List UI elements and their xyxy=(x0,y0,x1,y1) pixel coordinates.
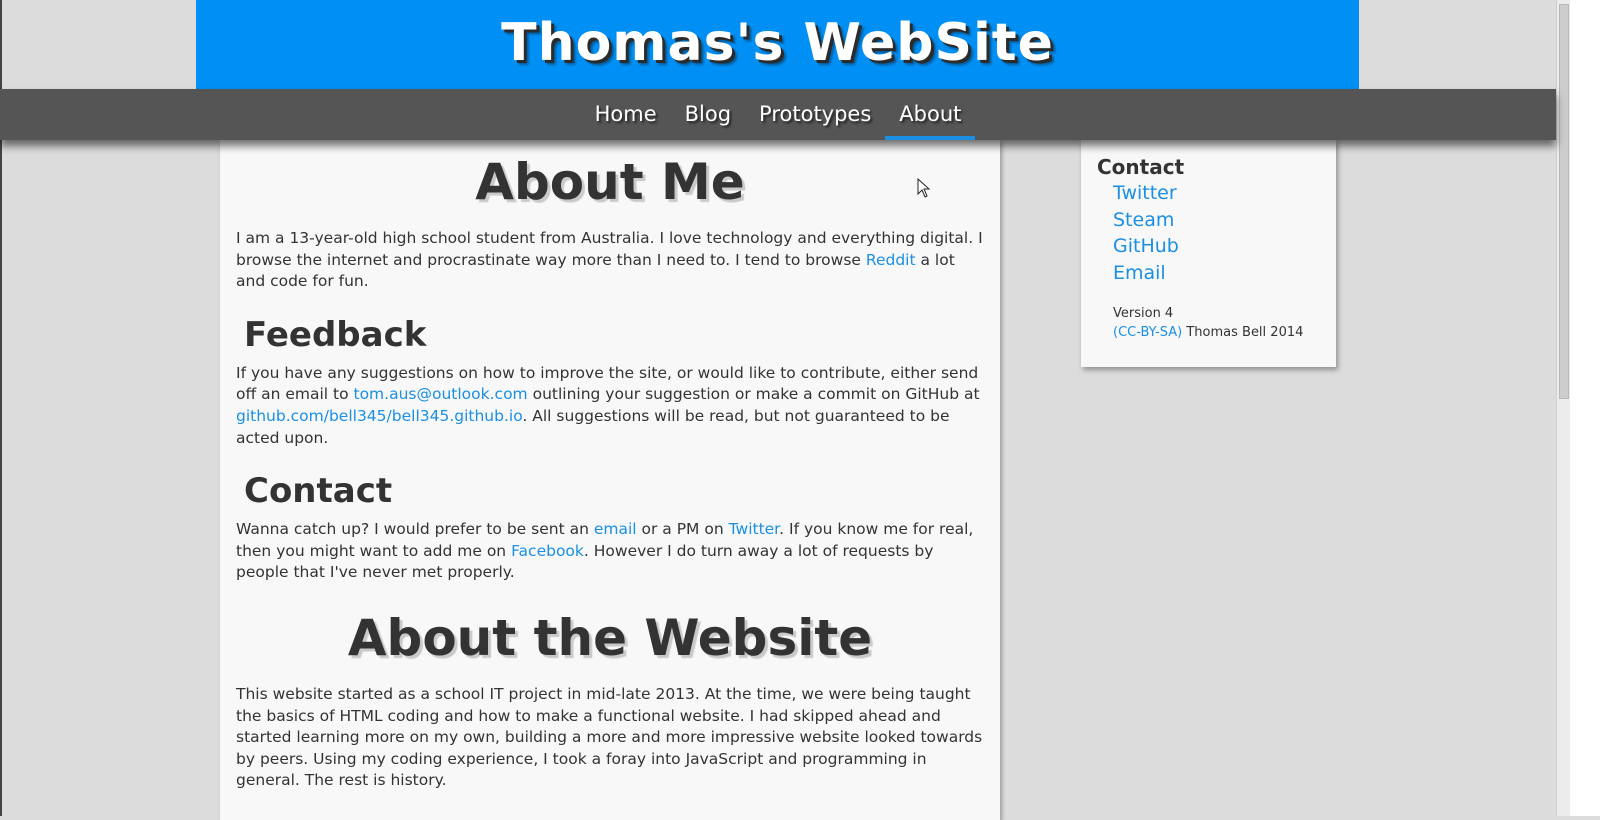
contact-email-link[interactable]: email xyxy=(594,520,637,538)
contact-paragraph: Wanna catch up? I would prefer to be sen… xyxy=(236,519,984,584)
nav-list: Home Blog Prototypes About xyxy=(581,89,976,140)
contact-text: Wanna catch up? I would prefer to be sen… xyxy=(236,520,594,539)
scrollbar-thumb[interactable] xyxy=(1559,4,1569,399)
mouse-pointer-icon xyxy=(917,178,931,198)
contact-heading: Contact xyxy=(244,471,393,512)
nav-item-home[interactable]: Home xyxy=(581,89,671,140)
sidebar-links: Twitter Steam GitHub Email xyxy=(1097,180,1320,286)
sidebar-link-steam[interactable]: Steam xyxy=(1113,209,1174,231)
reddit-link[interactable]: Reddit xyxy=(866,251,916,269)
facebook-link[interactable]: Facebook xyxy=(511,542,584,560)
window-margin xyxy=(1570,0,1600,816)
contact-text-2: or a PM on xyxy=(636,520,729,539)
feedback-email-link[interactable]: tom.aus@outlook.com xyxy=(354,385,528,403)
copyright-line: (CC-BY-SA) Thomas Bell 2014 xyxy=(1113,323,1320,342)
contact-sidebar: Contact Twitter Steam GitHub Email Versi… xyxy=(1081,140,1336,367)
sidebar-link-email[interactable]: Email xyxy=(1113,262,1166,284)
sidebar-item-github: GitHub xyxy=(1113,233,1320,260)
copyright-text: Thomas Bell 2014 xyxy=(1182,325,1304,340)
nav-item-blog[interactable]: Blog xyxy=(671,89,745,140)
site-header: Thomas's WebSite xyxy=(196,0,1359,89)
sidebar-item-email: Email xyxy=(1113,260,1320,287)
version-text: Version 4 xyxy=(1113,306,1174,321)
feedback-heading: Feedback xyxy=(244,314,427,355)
sidebar-item-steam: Steam xyxy=(1113,207,1320,234)
sidebar-link-twitter[interactable]: Twitter xyxy=(1113,182,1177,204)
about-website-heading: About the Website xyxy=(347,608,873,667)
nav-item-about[interactable]: About xyxy=(885,89,976,140)
contact-twitter-link[interactable]: Twitter xyxy=(729,520,780,538)
nav-item-prototypes[interactable]: Prototypes xyxy=(745,89,885,140)
feedback-text-middle: outlining your suggestion or make a comm… xyxy=(527,385,980,404)
site-title: Thomas's WebSite xyxy=(501,13,1054,73)
nav-bar: Home Blog Prototypes About xyxy=(0,89,1556,140)
about-me-heading: About Me xyxy=(475,153,745,211)
about-me-paragraph: I am a 13-year-old high school student f… xyxy=(236,228,984,293)
vertical-scrollbar[interactable] xyxy=(1556,0,1571,816)
sidebar-footer: Version 4 (CC-BY-SA) Thomas Bell 2014 xyxy=(1113,304,1320,342)
feedback-paragraph: If you have any suggestions on how to im… xyxy=(236,363,984,449)
main-content: About Me I am a 13-year-old high school … xyxy=(220,140,1000,820)
sidebar-link-github[interactable]: GitHub xyxy=(1113,235,1179,257)
sidebar-title: Contact xyxy=(1097,155,1185,179)
github-repo-link[interactable]: github.com/bell345/bell345.github.io xyxy=(236,407,522,425)
sidebar-item-twitter: Twitter xyxy=(1113,180,1320,207)
about-website-paragraph: This website started as a school IT proj… xyxy=(236,684,983,790)
license-link[interactable]: (CC-BY-SA) xyxy=(1113,325,1182,340)
